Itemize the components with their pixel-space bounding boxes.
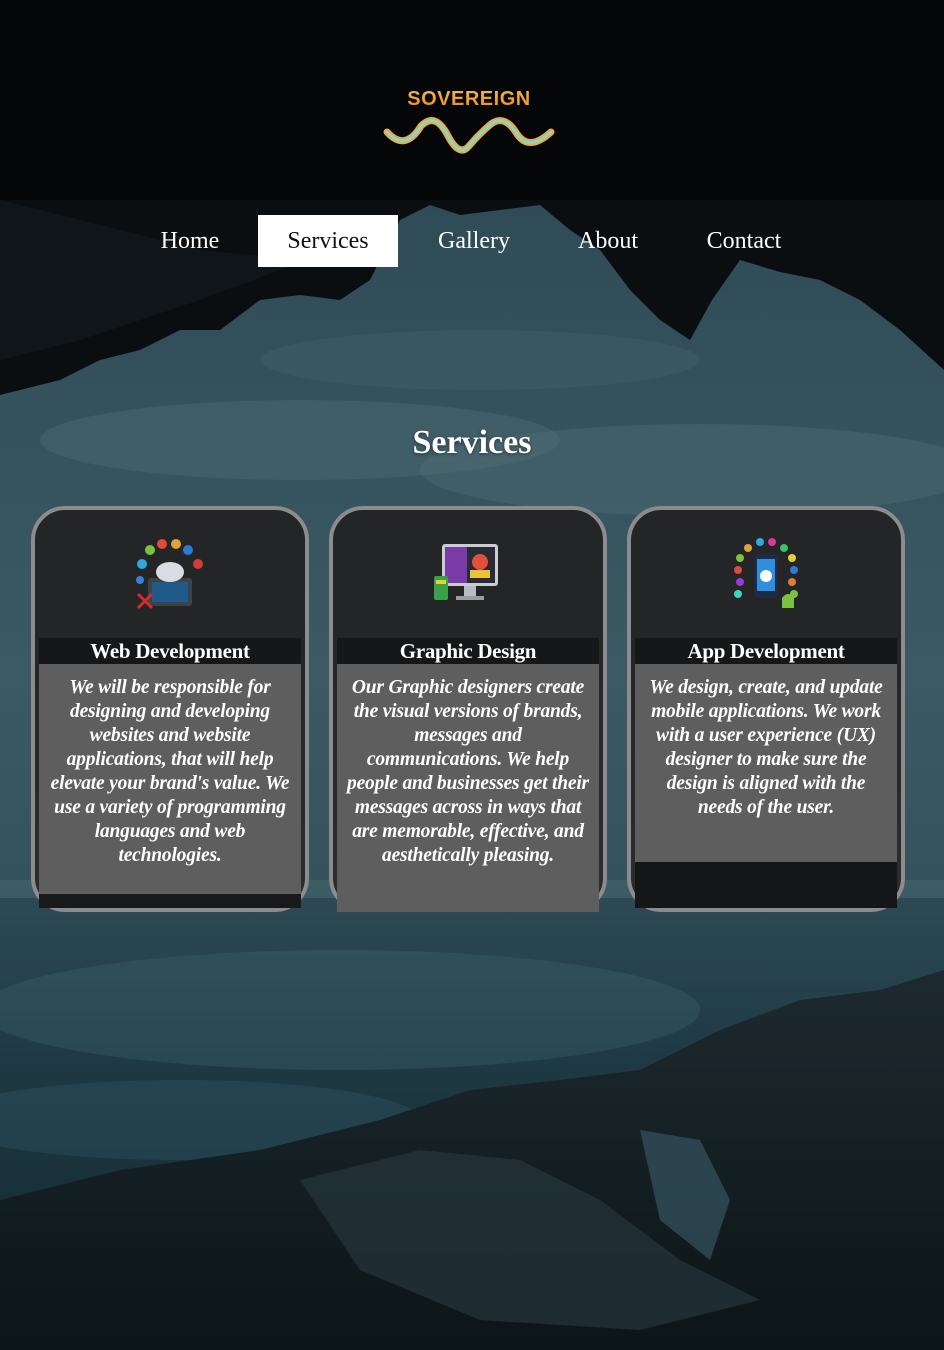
brand-name: SOVEREIGN [383, 86, 555, 112]
graphic-design-icon [434, 544, 498, 600]
nav-contact[interactable]: Contact [694, 215, 794, 267]
card-footer [635, 862, 897, 908]
nav-home[interactable]: Home [150, 215, 230, 267]
nav-services[interactable]: Services [258, 215, 398, 267]
nav-gallery[interactable]: Gallery [424, 215, 524, 267]
card-description: We design, create, and update mobile app… [635, 664, 897, 862]
service-card-web-development[interactable]: Web Development We will be responsible f… [31, 506, 309, 912]
card-title-bar: Graphic Design [337, 638, 599, 664]
card-title: App Development [687, 639, 845, 663]
app-development-icon [734, 538, 798, 608]
card-description: We will be responsible for designing and… [39, 664, 301, 894]
web-development-icon [136, 539, 203, 610]
card-title-bar: Web Development [39, 638, 301, 664]
brand-logo[interactable]: SOVEREIGN [383, 86, 555, 162]
card-title: Graphic Design [399, 639, 537, 663]
service-card-graphic-design[interactable]: Graphic Design Our Graphic designers cre… [329, 506, 607, 912]
wave-logo-icon [383, 117, 555, 154]
service-card-app-development[interactable]: App Development We design, create, and u… [627, 506, 905, 912]
card-footer [39, 894, 301, 908]
page-title: Services [412, 424, 532, 461]
nav-about[interactable]: About [566, 215, 650, 267]
main-nav: Home Services Gallery About Contact [0, 215, 944, 267]
card-title: Web Development [90, 639, 250, 663]
card-description: Our Graphic designers create the visual … [337, 664, 599, 912]
card-title-bar: App Development [635, 638, 897, 664]
